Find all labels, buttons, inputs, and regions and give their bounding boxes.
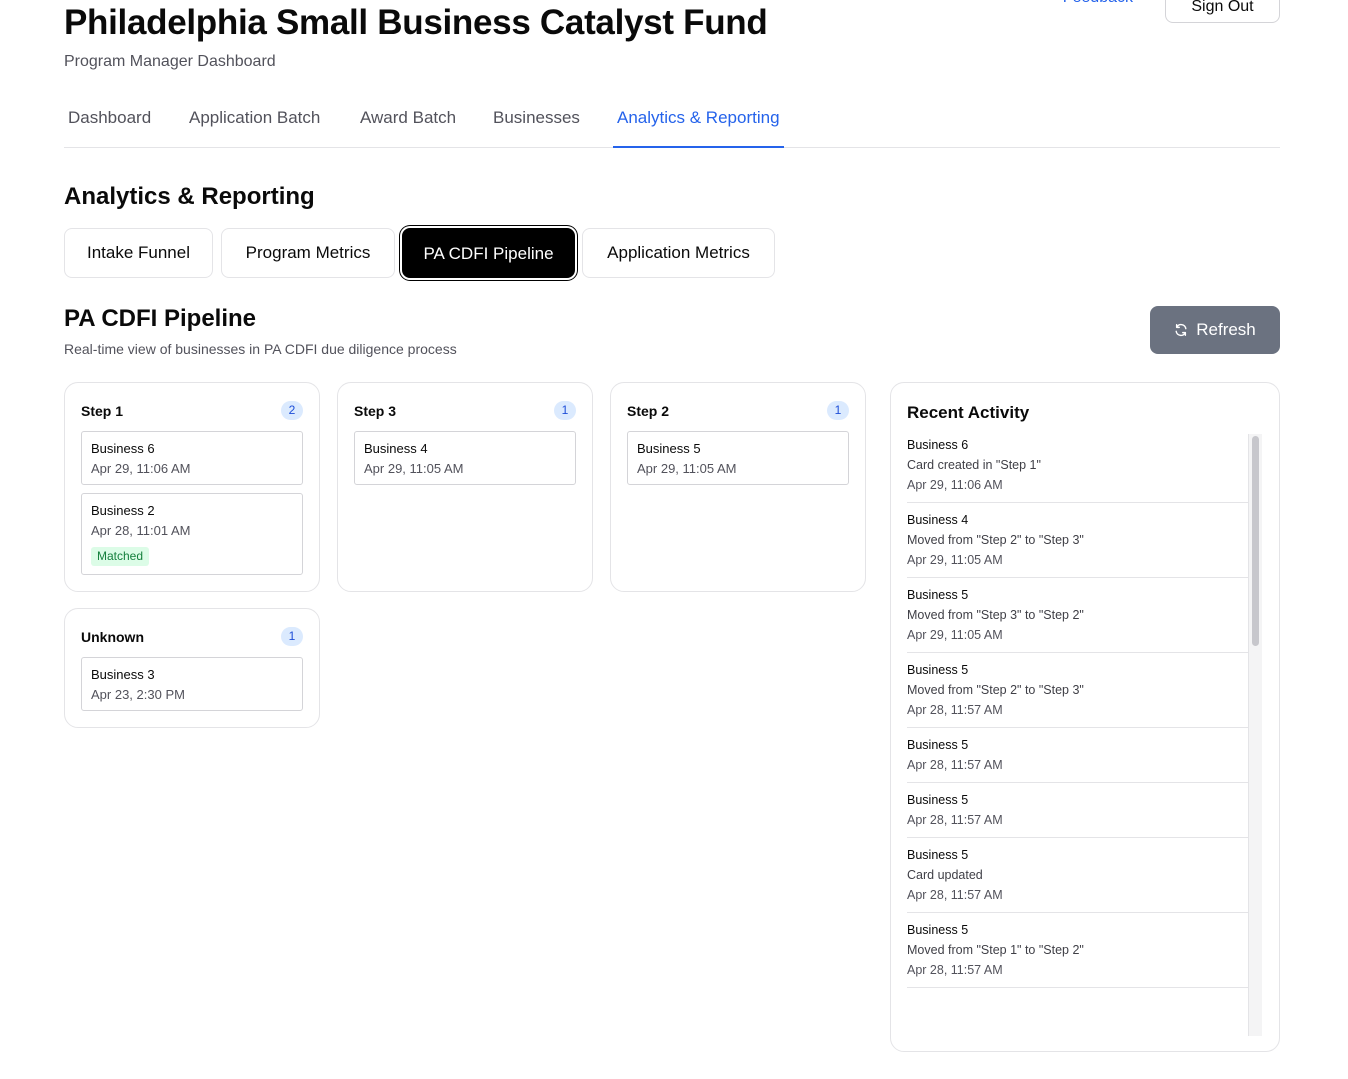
- column-name: Step 2: [627, 403, 670, 419]
- card-date: Apr 23, 2:30 PM: [91, 687, 185, 702]
- count-badge: 1: [827, 401, 849, 420]
- activity-description: Card created in "Step 1": [907, 458, 1041, 472]
- activity-item: Business 5 Moved from "Step 3" to "Step …: [907, 578, 1249, 653]
- count-badge: 1: [554, 401, 576, 420]
- tab-businesses[interactable]: Businesses: [489, 100, 584, 148]
- activity-business-name: Business 5: [907, 663, 969, 677]
- page-subtitle: Program Manager Dashboard: [64, 53, 276, 70]
- activity-business-name: Business 5: [907, 848, 969, 862]
- pipeline-card[interactable]: Business 3 Apr 23, 2:30 PM: [81, 657, 303, 711]
- tab-application-batch[interactable]: Application Batch: [185, 100, 324, 148]
- card-date: Apr 28, 11:01 AM: [91, 523, 191, 538]
- activity-date: Apr 28, 11:57 AM: [907, 963, 1003, 977]
- activity-date: Apr 28, 11:57 AM: [907, 703, 1003, 717]
- activity-business-name: Business 6: [907, 438, 969, 452]
- activity-date: Apr 28, 11:57 AM: [907, 758, 1003, 772]
- card-date: Apr 29, 11:06 AM: [91, 461, 191, 476]
- tab-dashboard[interactable]: Dashboard: [64, 100, 155, 148]
- activity-item: Business 5 Moved from "Step 1" to "Step …: [907, 913, 1249, 988]
- activity-business-name: Business 5: [907, 588, 969, 602]
- tab-award-batch[interactable]: Award Batch: [356, 100, 460, 148]
- pipeline-title: PA CDFI Pipeline: [64, 305, 257, 332]
- pipeline-column-step-3: Step 3 1 Business 4 Apr 29, 11:05 AM: [337, 382, 593, 592]
- activity-date: Apr 28, 11:57 AM: [907, 888, 1003, 902]
- activity-date: Apr 29, 11:05 AM: [907, 628, 1003, 642]
- card-business-name: Business 3: [91, 667, 155, 682]
- card-business-name: Business 2: [91, 503, 155, 518]
- pipeline-column-step-2: Step 2 1 Business 5 Apr 29, 11:05 AM: [610, 382, 866, 592]
- activity-business-name: Business 5: [907, 923, 969, 937]
- feedback-link[interactable]: Feedback: [1063, 0, 1133, 8]
- column-name: Step 3: [354, 403, 397, 419]
- section-title: Analytics & Reporting: [64, 183, 315, 210]
- pipeline-card[interactable]: Business 5 Apr 29, 11:05 AM: [627, 431, 849, 485]
- sign-out-button[interactable]: Sign Out: [1165, 0, 1280, 23]
- subtab-program-metrics[interactable]: Program Metrics: [221, 228, 395, 278]
- pipeline-description: Real-time view of businesses in PA CDFI …: [64, 341, 457, 357]
- column-header: Step 1 2: [81, 401, 303, 421]
- card-date: Apr 29, 11:05 AM: [364, 461, 464, 476]
- recent-activity-title: Recent Activity: [907, 403, 1030, 422]
- refresh-label: Refresh: [1196, 320, 1256, 339]
- activity-description: Moved from "Step 2" to "Step 3": [907, 683, 1084, 697]
- activity-date: Apr 28, 11:57 AM: [907, 813, 1003, 827]
- activity-business-name: Business 4: [907, 513, 969, 527]
- matched-badge: Matched: [91, 547, 150, 566]
- refresh-icon: [1175, 323, 1187, 337]
- count-badge: 1: [281, 627, 303, 646]
- activity-item: Business 6 Card created in "Step 1" Apr …: [907, 435, 1249, 503]
- activity-item: Business 5 Apr 28, 11:57 AM: [907, 728, 1249, 783]
- page-title: Philadelphia Small Business Catalyst Fun…: [64, 3, 768, 42]
- activity-item: Business 5 Card updated Apr 28, 11:57 AM: [907, 838, 1249, 913]
- subtab-application-metrics[interactable]: Application Metrics: [582, 228, 775, 278]
- pipeline-card[interactable]: Business 4 Apr 29, 11:05 AM: [354, 431, 576, 485]
- subtab-intake-funnel[interactable]: Intake Funnel: [64, 228, 213, 278]
- tab-analytics-reporting[interactable]: Analytics & Reporting: [613, 100, 784, 148]
- activity-description: Moved from "Step 3" to "Step 2": [907, 608, 1084, 622]
- activity-item: Business 5 Moved from "Step 2" to "Step …: [907, 653, 1249, 728]
- column-header: Unknown 1: [81, 627, 303, 647]
- activity-description: Card updated: [907, 868, 983, 882]
- pipeline-card[interactable]: Business 2 Apr 28, 11:01 AM Matched: [81, 493, 303, 575]
- activity-date: Apr 29, 11:05 AM: [907, 553, 1003, 567]
- activity-business-name: Business 5: [907, 793, 969, 807]
- main-nav: Dashboard Application Batch Award Batch …: [64, 100, 1280, 148]
- count-badge: 2: [281, 401, 303, 420]
- activity-date: Apr 29, 11:06 AM: [907, 478, 1003, 492]
- card-business-name: Business 5: [637, 441, 701, 456]
- activity-item: Business 5 Apr 28, 11:57 AM: [907, 783, 1249, 838]
- recent-activity-panel: Recent Activity Business 6 Card created …: [890, 382, 1280, 1052]
- card-business-name: Business 4: [364, 441, 428, 456]
- activity-list[interactable]: Business 6 Card created in "Step 1" Apr …: [907, 435, 1249, 1037]
- page-header: Philadelphia Small Business Catalyst Fun…: [64, 0, 1280, 80]
- pipeline-card[interactable]: Business 6 Apr 29, 11:06 AM: [81, 431, 303, 485]
- subtab-pa-cdfi-pipeline[interactable]: PA CDFI Pipeline: [402, 228, 575, 278]
- column-name: Step 1: [81, 403, 124, 419]
- activity-business-name: Business 5: [907, 738, 969, 752]
- pipeline-column-step-1: Step 1 2 Business 6 Apr 29, 11:06 AM Bus…: [64, 382, 320, 592]
- column-name: Unknown: [81, 629, 144, 645]
- activity-description: Moved from "Step 2" to "Step 3": [907, 533, 1084, 547]
- activity-description: Moved from "Step 1" to "Step 2": [907, 943, 1084, 957]
- activity-scrollbar[interactable]: [1248, 434, 1262, 1036]
- card-date: Apr 29, 11:05 AM: [637, 461, 737, 476]
- card-business-name: Business 6: [91, 441, 155, 456]
- column-header: Step 2 1: [627, 401, 849, 421]
- scrollbar-thumb[interactable]: [1252, 436, 1259, 646]
- pipeline-column-unknown: Unknown 1 Business 3 Apr 23, 2:30 PM: [64, 608, 320, 728]
- column-header: Step 3 1: [354, 401, 576, 421]
- refresh-button[interactable]: Refresh: [1150, 306, 1280, 354]
- activity-item: Business 4 Moved from "Step 2" to "Step …: [907, 503, 1249, 578]
